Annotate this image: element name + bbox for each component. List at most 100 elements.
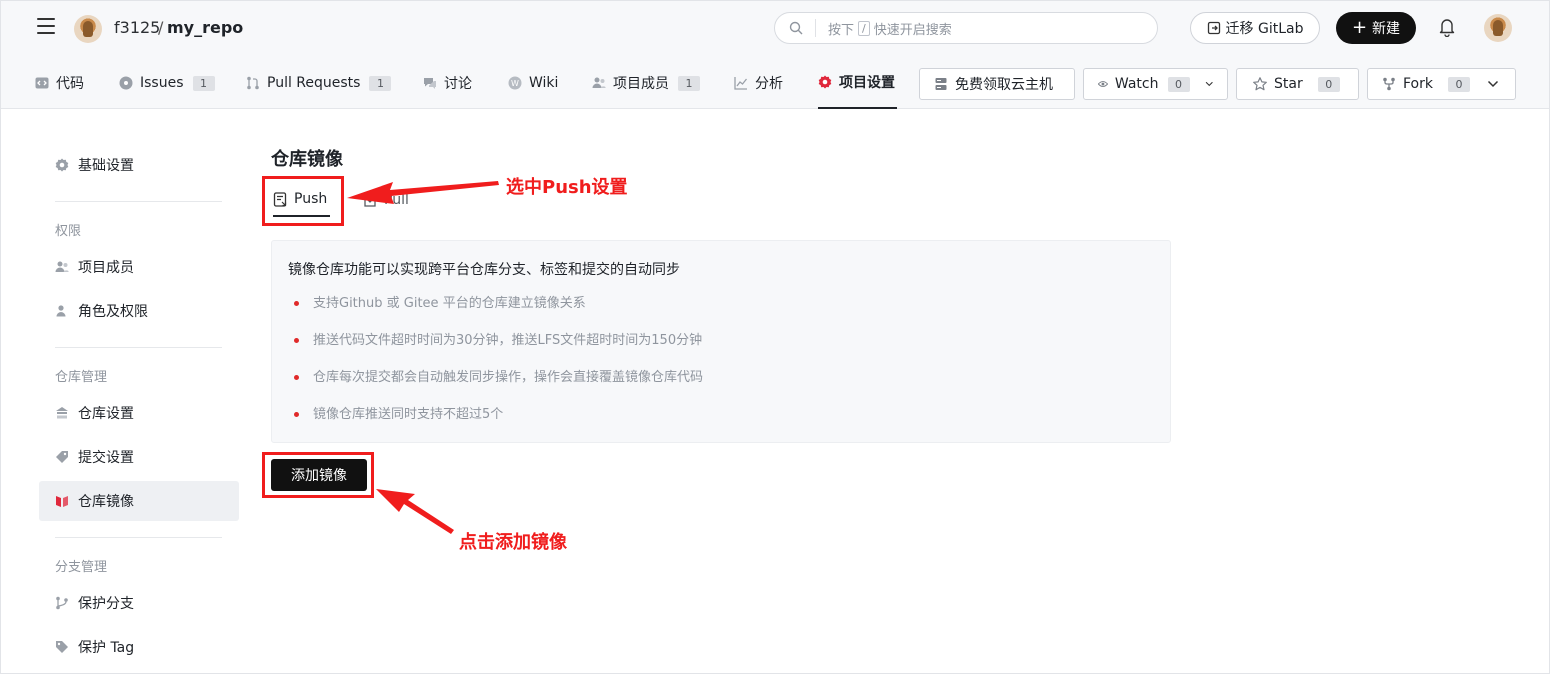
mirror-info-panel: 镜像仓库功能可以实现跨平台仓库分支、标签和提交的自动同步 支持Github 或 … [271, 240, 1171, 443]
tab-pull[interactable]: Pull [363, 183, 409, 217]
gear-icon [55, 158, 69, 172]
sidebar-divider [55, 347, 222, 348]
tab-members[interactable]: 项目成员 1 [592, 57, 700, 109]
free-cloud-host-button[interactable]: 免费领取云主机 [919, 68, 1075, 100]
star-button[interactable]: Star 0 [1236, 68, 1359, 100]
tab-issues[interactable]: Issues 1 [119, 57, 215, 109]
members-icon [592, 77, 606, 88]
list-item: 镜像仓库推送同时支持不超过5个 [294, 406, 703, 443]
repo-path-separator: / [158, 18, 164, 37]
watch-button[interactable]: Watch 0 [1083, 68, 1228, 100]
migrate-gitlab-button[interactable]: 迁移 GitLab [1190, 12, 1320, 44]
sidebar-divider [55, 537, 222, 538]
tab-code[interactable]: 代码 [35, 57, 84, 109]
wiki-icon: W [508, 76, 522, 90]
tab-discussion-label: 讨论 [444, 76, 472, 92]
analytics-icon [734, 77, 748, 90]
search-divider [815, 19, 816, 37]
sidebar-group-permissions: 权限 [55, 224, 82, 239]
tab-project-settings[interactable]: 项目设置 [818, 57, 897, 109]
issues-count-badge: 1 [192, 75, 215, 91]
tab-code-label: 代码 [56, 76, 84, 92]
tab-issues-label: Issues [140, 75, 184, 91]
star-icon [1253, 77, 1267, 91]
tab-members-label: 项目成员 [613, 76, 669, 92]
issues-icon [119, 76, 133, 90]
members-icon [55, 261, 69, 272]
sidebar-item-repo-settings[interactable]: 仓库设置 [39, 393, 239, 433]
tab-analytics-label: 分析 [755, 76, 783, 92]
migrate-gitlab-label: 迁移 GitLab [1225, 21, 1304, 37]
server-icon [935, 78, 947, 90]
search-hint-suffix: 快速开启搜索 [873, 23, 952, 38]
sidebar-item-protect-tag[interactable]: 保护 Tag [39, 627, 239, 667]
chevron-down-icon[interactable] [1487, 78, 1499, 90]
list-item: 仓库每次提交都会自动触发同步操作，操作会直接覆盖镜像仓库代码 [294, 369, 703, 406]
sidebar-item-label: 提交设置 [78, 450, 134, 466]
members-count-badge: 1 [678, 75, 700, 91]
tab-wiki-label: Wiki [529, 75, 559, 91]
sidebar-item-roles[interactable]: 角色及权限 [39, 291, 239, 331]
sidebar-item-basic-settings[interactable]: 基础设置 [39, 145, 239, 185]
page-title: 仓库镜像 [271, 149, 343, 170]
plus-icon: + [1351, 17, 1368, 38]
sidebar-item-label: 项目成员 [78, 260, 134, 276]
search-box[interactable]: 按下 / 快速开启搜索 [774, 12, 1158, 44]
sidebar-item-label: 仓库设置 [78, 406, 134, 422]
menu-icon[interactable] [37, 18, 55, 36]
search-hint-prefix: 按下 [828, 23, 855, 38]
repo-owner-link[interactable]: f3125 [114, 18, 160, 37]
svg-text:W: W [511, 79, 519, 88]
chevron-down-icon[interactable] [1205, 78, 1214, 90]
sidebar-item-commit-settings[interactable]: 提交设置 [39, 437, 239, 477]
sidebar-group-repo: 仓库管理 [55, 370, 108, 385]
tab-wiki[interactable]: W Wiki [508, 57, 558, 109]
star-count-badge: 0 [1317, 76, 1340, 92]
new-button[interactable]: + 新建 [1336, 12, 1416, 44]
fork-count-badge: 0 [1447, 76, 1470, 92]
branch-icon [56, 596, 68, 610]
tab-pull-label: Pull [384, 192, 409, 208]
sidebar-item-label: 保护分支 [78, 596, 134, 612]
sidebar-item-repo-mirror[interactable]: 仓库镜像 [39, 481, 239, 521]
push-annotation-label: 选中Push设置 [506, 177, 628, 198]
tab-project-settings-label: 项目设置 [839, 75, 895, 91]
list-item: 支持Github 或 Gitee 平台的仓库建立镜像关系 [294, 295, 703, 332]
top-header: f3125 / my_repo 按下 / 快速开启搜索 迁移 GitLab + … [1, 1, 1549, 57]
settings-icon [818, 75, 832, 89]
mirror-icon [56, 496, 68, 507]
repo-nav: 代码 Issues 1 Pull Requests 1 讨论 W Wiki 项目… [1, 57, 1549, 109]
sidebar-item-members[interactable]: 项目成员 [39, 247, 239, 287]
new-button-label: 新建 [1372, 21, 1401, 37]
pull-request-icon [247, 76, 259, 90]
watch-label: Watch [1114, 76, 1159, 92]
sidebar-group-branch: 分支管理 [55, 560, 108, 575]
fork-button[interactable]: Fork 0 [1367, 68, 1516, 100]
code-icon [35, 77, 49, 89]
info-list: 支持Github 或 Gitee 平台的仓库建立镜像关系 推送代码文件超时时间为… [294, 295, 703, 443]
add-button-highlight-box [262, 452, 374, 498]
user-avatar[interactable] [1484, 14, 1512, 42]
search-icon [789, 21, 803, 35]
watch-count-badge: 0 [1167, 76, 1190, 92]
repo-name-link[interactable]: my_repo [167, 18, 243, 37]
repo-owner-avatar[interactable] [74, 15, 102, 43]
sidebar-item-protect-branch[interactable]: 保护分支 [39, 583, 239, 623]
tab-pull-requests[interactable]: Pull Requests 1 [246, 57, 392, 109]
push-tab-highlight-box [262, 176, 344, 226]
free-cloud-host-label: 免费领取云主机 [955, 77, 1053, 93]
pull-requests-count-badge: 1 [369, 75, 392, 91]
sidebar-item-label: 基础设置 [78, 158, 134, 174]
add-annotation-label: 点击添加镜像 [459, 532, 567, 553]
eye-icon [1098, 81, 1108, 87]
arrow-to-add-button [376, 489, 454, 534]
import-icon [1207, 21, 1220, 35]
pull-icon [364, 194, 376, 207]
search-hint: 按下 / 快速开启搜索 [828, 19, 952, 38]
tab-pull-requests-label: Pull Requests [267, 75, 361, 91]
repo-house-icon [56, 407, 68, 419]
tag-icon [56, 451, 68, 463]
tab-discussion[interactable]: 讨论 [423, 57, 472, 109]
bell-icon[interactable] [1438, 17, 1456, 37]
tab-analytics[interactable]: 分析 [734, 57, 783, 109]
